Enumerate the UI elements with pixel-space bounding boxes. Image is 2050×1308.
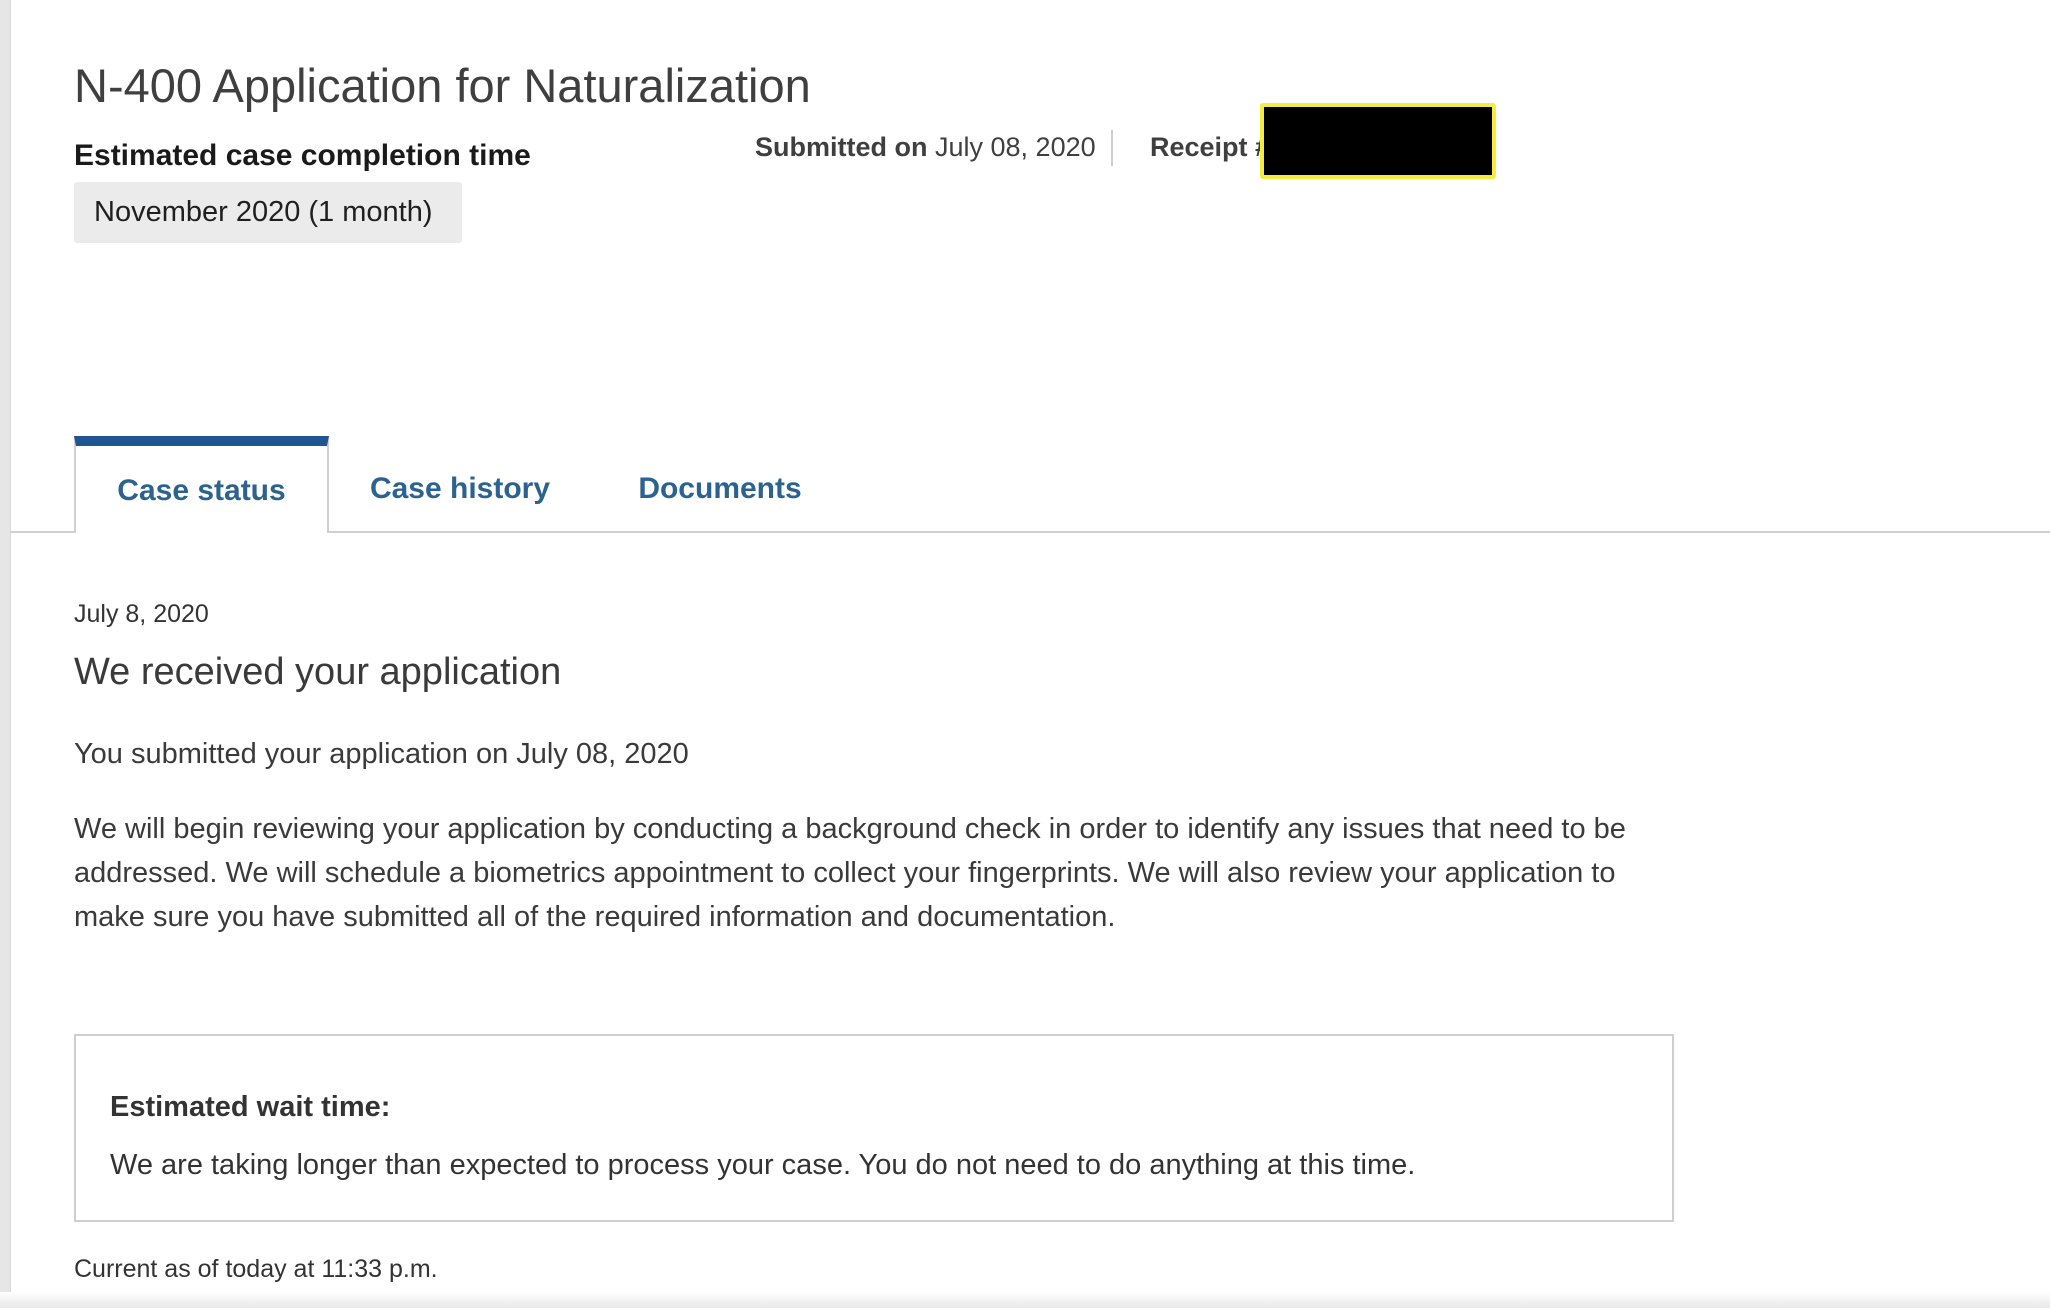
status-description: We will begin reviewing your application…: [74, 813, 1626, 933]
completion-time-label: Estimated case completion time: [74, 139, 531, 172]
receipt-number-redacted: [1260, 103, 1496, 179]
status-title: We received your application: [74, 651, 562, 693]
window-left-edge: [0, 0, 10, 1308]
estimated-wait-title: Estimated wait time:: [110, 1091, 391, 1123]
receipt-label: Receipt #: [1150, 132, 1271, 162]
tab-case-history[interactable]: Case history: [350, 436, 570, 533]
completion-time-value: November 2020 (1 month): [74, 182, 462, 243]
window-left-edge-line: [10, 0, 11, 1308]
submitted-on: Submitted on July 08, 2020: [755, 132, 1096, 163]
page-title: N-400 Application for Naturalization: [74, 59, 811, 112]
status-date: July 8, 2020: [74, 600, 209, 628]
tab-case-status[interactable]: Case status: [74, 436, 329, 533]
estimated-wait-text: We are taking longer than expected to pr…: [110, 1149, 1416, 1181]
submitted-on-date: July 08, 2020: [935, 132, 1096, 162]
submitted-on-label: Submitted on: [755, 132, 928, 162]
tab-documents[interactable]: Documents: [600, 436, 840, 533]
current-as-of: Current as of today at 11:33 p.m.: [74, 1255, 438, 1283]
status-submitted-text: You submitted your application on July 0…: [74, 738, 689, 770]
bottom-fade: [0, 1292, 2050, 1308]
meta-divider: [1111, 130, 1113, 166]
estimated-wait-box: Estimated wait time: We are taking longe…: [74, 1034, 1674, 1222]
